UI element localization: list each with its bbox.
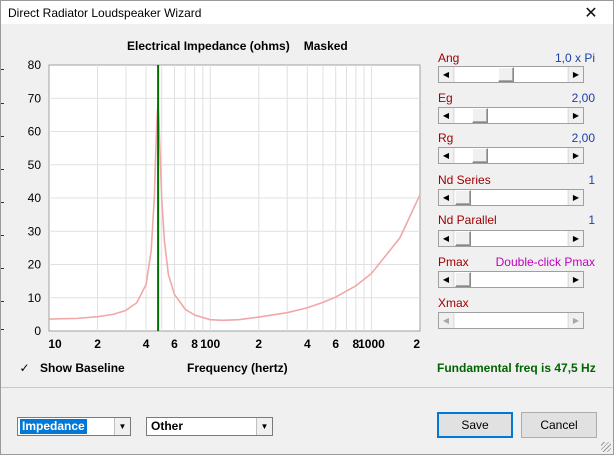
chevron-down-icon[interactable]: ▼: [256, 418, 272, 435]
cancel-button[interactable]: Cancel: [521, 412, 597, 438]
scroll-right-icon[interactable]: ▶: [568, 231, 583, 246]
scroll-thumb[interactable]: [498, 67, 515, 82]
scroll-right-icon[interactable]: ▶: [568, 67, 583, 82]
impedance-chart: 0102030405060708010 2 4 6 8 100 2 4 6 81000 2: [28, 58, 421, 351]
param-value-ang: 1,0 x Pi: [554, 51, 595, 65]
param-scrollbar-nd-parallel[interactable]: ◀ ▶: [438, 230, 584, 247]
y-tick-label: 80: [28, 58, 42, 72]
scroll-right-icon[interactable]: ▶: [568, 272, 583, 287]
scroll-left-icon[interactable]: ◀: [439, 190, 454, 205]
param-value-nd-parallel: 1: [588, 213, 595, 227]
scroll-track[interactable]: [455, 313, 567, 328]
x-tick-label: 4: [143, 337, 150, 351]
cancel-button-label: Cancel: [540, 418, 578, 432]
param-scrollbar-ang[interactable]: ◀ ▶: [438, 66, 584, 83]
param-value-nd-series: 1: [588, 173, 595, 187]
scroll-right-icon[interactable]: ▶: [568, 148, 583, 163]
param-scrollbar-rg[interactable]: ◀ ▶: [438, 147, 584, 164]
y-tick-label: 30: [28, 224, 42, 238]
other-select[interactable]: Other ▼: [146, 417, 273, 436]
x-tick-label: 2: [255, 337, 262, 351]
scroll-right-icon[interactable]: ▶: [568, 313, 583, 328]
scroll-track[interactable]: [455, 272, 567, 287]
x-axis-label: Frequency (hertz): [187, 361, 288, 375]
scroll-thumb[interactable]: [455, 231, 471, 246]
graph-type-value: Impedance: [20, 419, 87, 434]
scroll-thumb[interactable]: [455, 272, 471, 287]
show-baseline-label[interactable]: Show Baseline: [40, 361, 125, 375]
param-scrollbar-eg[interactable]: ◀ ▶: [438, 107, 584, 124]
x-tick-label: 10: [48, 337, 62, 351]
param-label-pmax: Pmax: [438, 255, 469, 269]
scroll-left-icon[interactable]: ◀: [439, 108, 454, 123]
y-tick-label: 70: [28, 91, 42, 105]
scroll-track[interactable]: [455, 190, 567, 205]
scroll-thumb[interactable]: [472, 148, 489, 163]
show-baseline-checkbox[interactable]: ✓: [18, 362, 31, 375]
wizard-window: Direct Radiator Loudspeaker Wizard ✕ Ele…: [0, 0, 614, 455]
param-scrollbar-xmax[interactable]: ◀ ▶: [438, 312, 584, 329]
save-button-label: Save: [461, 418, 489, 432]
param-scrollbar-pmax[interactable]: ◀ ▶: [438, 271, 584, 288]
scroll-thumb[interactable]: [472, 108, 489, 123]
param-label-rg: Rg: [438, 131, 454, 145]
param-scrollbar-nd-series[interactable]: ◀ ▶: [438, 189, 584, 206]
param-label-eg: Eg: [438, 91, 453, 105]
y-tick-label: 20: [28, 258, 42, 272]
y-tick-label: 50: [28, 158, 42, 172]
param-label-nd-series: Nd Series: [438, 173, 491, 187]
y-tick-label: 60: [28, 125, 42, 139]
other-value: Other: [151, 419, 184, 433]
x-tick-label: 8: [191, 337, 198, 351]
scroll-right-icon[interactable]: ▶: [568, 190, 583, 205]
scroll-left-icon[interactable]: ◀: [439, 313, 454, 328]
x-tick-label: 100: [200, 337, 220, 351]
param-value-rg: 2,00: [571, 131, 595, 145]
scroll-left-icon[interactable]: ◀: [439, 231, 454, 246]
param-value-eg: 2,00: [571, 91, 595, 105]
divider: [1, 387, 613, 388]
scroll-left-icon[interactable]: ◀: [439, 272, 454, 287]
y-tick-label: 40: [28, 191, 42, 205]
x-tick-label: 1000: [358, 337, 385, 351]
graph-type-select[interactable]: Impedance ▼: [17, 417, 131, 436]
fundamental-frequency: Fundamental freq is 47,5 Hz: [437, 361, 596, 375]
param-label-ang: Ang: [438, 51, 460, 65]
save-button[interactable]: Save: [437, 412, 513, 438]
param-label-nd-parallel: Nd Parallel: [438, 213, 497, 227]
param-label-xmax: Xmax: [438, 296, 469, 310]
scroll-left-icon[interactable]: ◀: [439, 67, 454, 82]
scroll-left-icon[interactable]: ◀: [439, 148, 454, 163]
y-tick-label: 0: [34, 324, 41, 338]
resize-grip[interactable]: [601, 442, 611, 452]
scroll-track[interactable]: [455, 231, 567, 246]
scroll-right-icon[interactable]: ▶: [568, 108, 583, 123]
param-value-pmax[interactable]: Double-click Pmax: [496, 255, 595, 269]
x-tick-label: 6: [332, 337, 339, 351]
y-tick-label: 10: [28, 291, 42, 305]
scroll-thumb[interactable]: [455, 190, 471, 205]
x-tick-label: 2: [94, 337, 101, 351]
x-tick-label: 2: [413, 337, 420, 351]
chevron-down-icon[interactable]: ▼: [114, 418, 130, 435]
x-tick-label: 4: [304, 337, 311, 351]
x-tick-label: 6: [171, 337, 178, 351]
